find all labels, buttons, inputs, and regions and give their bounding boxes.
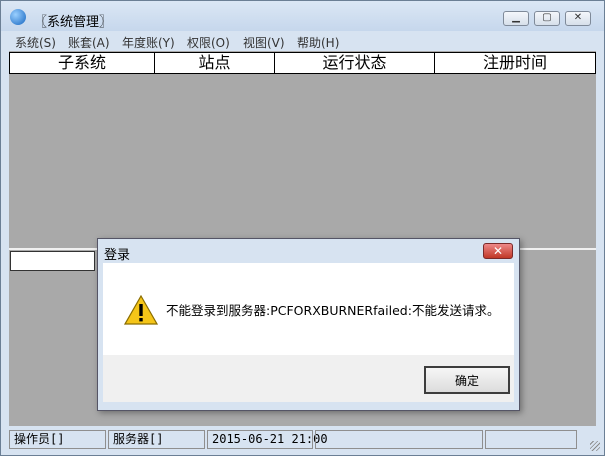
resize-grip-icon[interactable] [590, 441, 600, 451]
minimize-button[interactable]: ▁ [503, 11, 529, 26]
window-title: 〖系统管理〗 [34, 15, 113, 30]
dialog-body: 不能登录到服务器:PCFORXBURNERfailed:不能发送请求。 [103, 263, 514, 355]
dialog-title: 登录 [104, 248, 131, 263]
menu-view[interactable]: 视图(V) [243, 34, 285, 51]
login-dialog: 登录 ✕ 不能登录到服务器:PCFORXBURNERfailed:不能发送请求。… [97, 238, 520, 411]
close-button[interactable]: ✕ [565, 11, 591, 26]
status-server: 服务器[] [108, 430, 205, 449]
main-window: 〖系统管理〗 ▁ ▢ ✕ 系统(S) 账套(A) 年度账(Y) 权限(O) 视图… [0, 0, 605, 456]
menu-bar: 系统(S) 账套(A) 年度账(Y) 权限(O) 视图(V) 帮助(H) [1, 32, 604, 50]
menu-help[interactable]: 帮助(H) [297, 34, 339, 51]
menu-account-set[interactable]: 账套(A) [68, 34, 110, 51]
menu-yearly-account[interactable]: 年度账(Y) [122, 34, 175, 51]
menu-system[interactable]: 系统(S) [15, 34, 56, 51]
lower-pane-field[interactable] [10, 251, 95, 271]
title-bar[interactable]: 〖系统管理〗 ▁ ▢ ✕ [1, 1, 604, 31]
column-header-site[interactable]: 站点 [155, 53, 275, 73]
status-bar: 操作员[] 服务器[] 2015-06-21 21:00 [1, 428, 604, 455]
ok-button[interactable]: 确定 [424, 366, 510, 394]
warning-icon [124, 295, 158, 325]
status-empty-2 [485, 430, 577, 449]
status-operator: 操作员[] [9, 430, 106, 449]
column-header-subsystem[interactable]: 子系统 [10, 53, 155, 73]
maximize-button[interactable]: ▢ [534, 11, 560, 26]
error-message: 不能登录到服务器:PCFORXBURNERfailed:不能发送请求。 [166, 303, 500, 318]
status-datetime: 2015-06-21 21:00 [207, 430, 328, 449]
dialog-close-button[interactable]: ✕ [483, 243, 513, 259]
app-icon [10, 9, 26, 25]
grid-header: 子系统 站点 运行状态 注册时间 [9, 52, 596, 74]
column-header-register-time[interactable]: 注册时间 [435, 53, 595, 73]
dialog-footer: 确定 [103, 355, 514, 402]
status-empty-1 [315, 430, 483, 449]
column-header-status[interactable]: 运行状态 [275, 53, 435, 73]
menu-permissions[interactable]: 权限(O) [187, 34, 230, 51]
